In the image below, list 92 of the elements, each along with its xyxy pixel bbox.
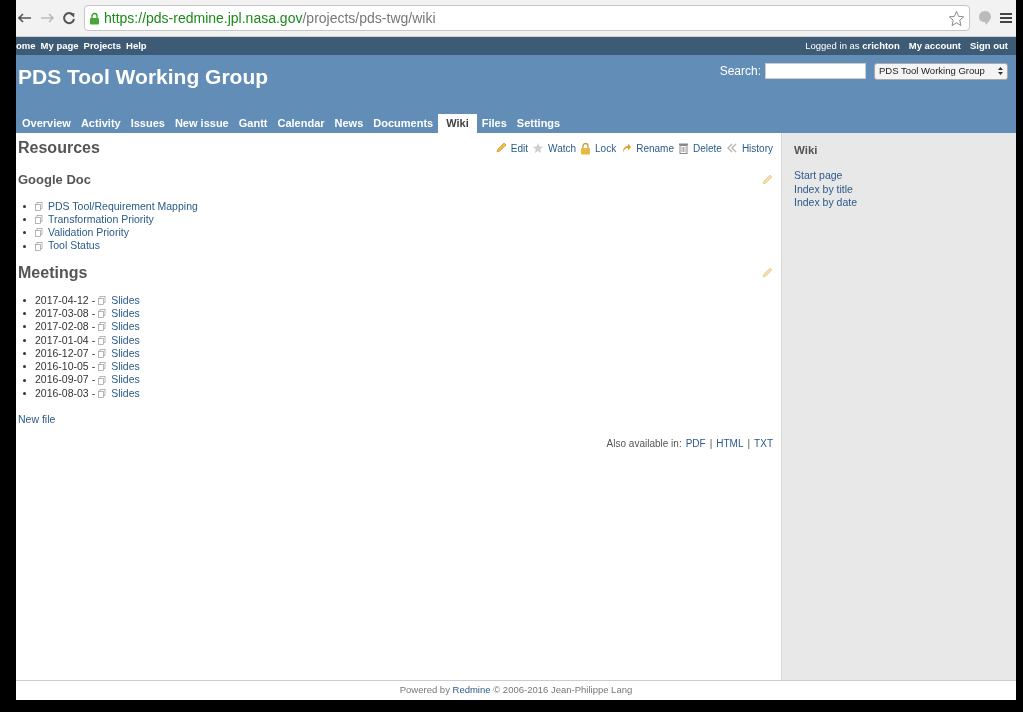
slides-link[interactable]: Slides bbox=[111, 373, 140, 387]
meeting-date: 2016-10-05 - bbox=[35, 360, 96, 374]
lock-icon bbox=[89, 11, 100, 25]
nav-tab[interactable]: News bbox=[329, 114, 369, 133]
top-menu-link[interactable]: Help bbox=[126, 38, 147, 54]
nav-tab[interactable]: Wiki bbox=[438, 114, 477, 133]
page-title: Resources bbox=[18, 138, 100, 158]
bullet-icon bbox=[23, 312, 26, 316]
slides-link[interactable]: Slides bbox=[111, 307, 140, 321]
nav-tab[interactable]: Gantt bbox=[233, 114, 273, 133]
lock-icon bbox=[580, 141, 592, 155]
sidebar-link[interactable]: Index by title bbox=[794, 182, 853, 196]
new-file-link[interactable]: New file bbox=[18, 412, 56, 428]
search-field[interactable] bbox=[765, 63, 866, 79]
separator: | bbox=[747, 436, 751, 451]
nav-tab[interactable]: Settings bbox=[511, 114, 566, 133]
page-action-link[interactable]: History bbox=[741, 140, 773, 156]
format-link[interactable]: PDF bbox=[685, 435, 706, 451]
reload-icon[interactable] bbox=[62, 11, 76, 25]
document-link[interactable]: Transformation Priority bbox=[48, 212, 154, 227]
section-heading: Meetings bbox=[18, 262, 88, 283]
project-title: PDS Tool Working Group bbox=[18, 64, 269, 90]
bullet-icon bbox=[23, 325, 26, 329]
page-action-link[interactable]: Lock bbox=[595, 140, 617, 156]
nav-tab[interactable]: Overview bbox=[17, 114, 76, 133]
meeting-date: 2016-09-07 - bbox=[35, 373, 96, 387]
format-link[interactable]: TXT bbox=[754, 435, 773, 451]
nav-tab[interactable]: Files bbox=[476, 114, 512, 133]
also-available-label: Also available in: bbox=[606, 436, 682, 451]
extension-icon[interactable] bbox=[978, 10, 992, 26]
page-action-link[interactable]: Delete bbox=[692, 140, 722, 156]
document-link[interactable]: Validation Priority bbox=[48, 226, 129, 240]
meeting-date: 2017-03-08 - bbox=[35, 307, 96, 321]
page-action-link[interactable]: Watch bbox=[548, 140, 577, 156]
bullet-icon bbox=[23, 338, 26, 342]
project-select[interactable]: PDS Tool Working Group bbox=[874, 62, 1008, 80]
meeting-date: 2016-12-07 - bbox=[35, 346, 96, 361]
bullet-icon bbox=[23, 217, 26, 221]
page-action-link[interactable]: Edit bbox=[510, 140, 529, 156]
slides-link[interactable]: Slides bbox=[111, 346, 140, 361]
slides-link[interactable]: Slides bbox=[111, 293, 140, 307]
nav-tab[interactable]: New issue bbox=[169, 114, 234, 133]
logged-in-text: Logged in as crichton bbox=[805, 38, 900, 53]
meeting-date: 2017-02-08 - bbox=[35, 320, 96, 334]
nav-tab[interactable]: Calendar bbox=[272, 114, 330, 133]
address-bar[interactable]: https://pds-redmine.jpl.nasa.gov/projects/pds-twg/wiki bbox=[84, 5, 970, 31]
bullet-icon bbox=[23, 365, 26, 369]
slides-link[interactable]: Slides bbox=[111, 386, 140, 401]
nav-tab[interactable]: Issues bbox=[125, 114, 170, 133]
top-menu-link[interactable]: My page bbox=[40, 38, 79, 54]
slides-link[interactable]: Slides bbox=[111, 333, 140, 347]
bullet-icon bbox=[23, 391, 26, 395]
sidebar-link[interactable]: Index by date bbox=[794, 195, 858, 210]
sidebar-link[interactable]: Start page bbox=[794, 169, 843, 183]
bullet-icon bbox=[23, 204, 26, 208]
format-link[interactable]: HTML bbox=[716, 435, 744, 451]
search-label: Search: bbox=[719, 63, 761, 80]
sidebar-heading: Wiki bbox=[794, 143, 819, 158]
forward-arrow-icon[interactable] bbox=[40, 13, 54, 23]
meeting-date: 2017-01-04 - bbox=[35, 333, 96, 347]
nav-tab[interactable]: Activity bbox=[75, 114, 126, 133]
top-menu-link[interactable]: Projects bbox=[83, 38, 122, 54]
curved-arrow-icon bbox=[620, 142, 633, 154]
menu-icon[interactable] bbox=[1000, 12, 1012, 24]
slides-link[interactable]: Slides bbox=[111, 360, 140, 374]
slides-link[interactable]: Slides bbox=[111, 320, 140, 334]
top-menu-link[interactable]: ome bbox=[16, 38, 36, 54]
trash-icon bbox=[677, 142, 689, 154]
url-text: https://pds-redmine.jpl.nasa.gov/projects/pds-twg/wiki bbox=[104, 8, 437, 28]
bullet-icon bbox=[23, 231, 26, 235]
star-icon bbox=[532, 142, 545, 154]
bullet-icon bbox=[23, 298, 26, 302]
footer-text: Powered by Redmine © 2006-2016 Jean-Philippe Lang bbox=[399, 683, 633, 698]
bullet-icon bbox=[23, 378, 26, 382]
meeting-date: 2017-04-12 - bbox=[35, 293, 96, 307]
document-link[interactable]: PDS Tool/Requirement Mapping bbox=[48, 199, 198, 213]
back-arrow-icon[interactable] bbox=[18, 13, 32, 23]
double-chevron-icon bbox=[725, 143, 738, 153]
separator: | bbox=[709, 436, 713, 451]
bullet-icon bbox=[23, 352, 26, 355]
redmine-link[interactable]: Redmine bbox=[452, 684, 491, 696]
nav-tab[interactable]: Documents bbox=[368, 114, 439, 133]
pencil-icon[interactable] bbox=[494, 142, 507, 154]
updown-caret-icon bbox=[998, 67, 1003, 75]
star-icon[interactable] bbox=[948, 9, 965, 27]
page-action-link[interactable]: Rename bbox=[636, 140, 674, 156]
top-menu-link[interactable]: Sign out bbox=[970, 38, 1008, 54]
meeting-date: 2016-08-03 - bbox=[35, 386, 96, 401]
section-heading: Google Doc bbox=[18, 171, 91, 189]
top-menu-link[interactable]: My account bbox=[908, 38, 961, 54]
document-link[interactable]: Tool Status bbox=[48, 239, 100, 253]
bullet-icon bbox=[23, 244, 26, 248]
